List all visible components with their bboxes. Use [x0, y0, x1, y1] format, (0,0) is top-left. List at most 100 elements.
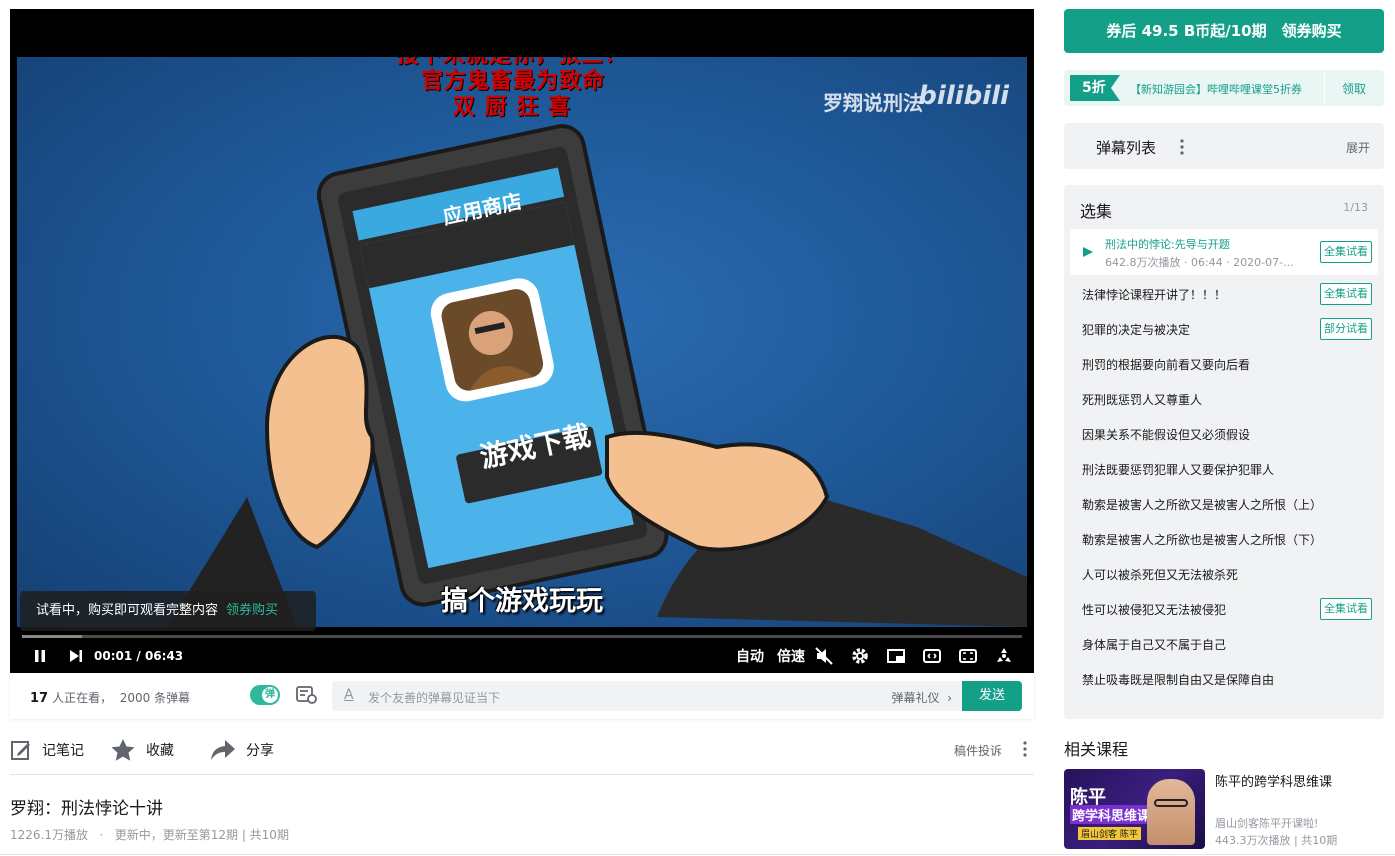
- widescreen-button[interactable]: [922, 645, 942, 667]
- episode-item[interactable]: 刑罚的根据要向前看又要向后看: [1082, 353, 1372, 375]
- viewer-suffix: 人正在看，: [52, 691, 113, 705]
- episode-item[interactable]: 刑法既要惩罚犯罪人又要保护犯罪人: [1082, 458, 1372, 480]
- share-button[interactable]: 分享: [210, 736, 274, 764]
- video-scene: [167, 124, 1027, 627]
- thumb-line-2: 跨学科思维课: [1070, 805, 1153, 824]
- related-sep: |: [1294, 834, 1298, 847]
- danmaku-list-panel: 弹幕列表 展开: [1064, 123, 1384, 169]
- favorite-button[interactable]: 收藏: [110, 736, 174, 764]
- next-button[interactable]: [68, 645, 84, 667]
- episode-name: 刑罚的根据要向前看又要向后看: [1082, 358, 1251, 372]
- episode-item[interactable]: 禁止吸毒既是限制自由又是保障自由: [1082, 668, 1372, 690]
- episode-item[interactable]: 法律悖论课程开讲了！！！ 全集试看: [1082, 283, 1372, 305]
- episode-item[interactable]: 死刑既惩罚人又尊重人: [1082, 388, 1372, 410]
- episode-name: 性可以被侵犯又无法被侵犯: [1082, 603, 1227, 617]
- trial-buy-link[interactable]: 领券购买: [226, 603, 278, 618]
- danmaku-4: 双 厨 狂 喜: [453, 94, 571, 120]
- episode-name: 法律悖论课程开讲了！！！: [1082, 288, 1227, 302]
- episode-name: 勒索是被害人之所欲也是被害人之所恨（下）: [1082, 533, 1323, 547]
- episode-item-active[interactable]: 刑法中的悖论:先导与开题 642.8万次播放 · 06:44 · 2020-07…: [1070, 229, 1378, 275]
- danmaku-count: 2000 条弹幕: [119, 691, 191, 705]
- episode-name: 禁止吸毒既是限制自由又是保障自由: [1082, 673, 1275, 687]
- pip-button[interactable]: [886, 645, 906, 667]
- note-label: 记笔记: [42, 743, 84, 759]
- thumb-line-3: 眉山剑客 陈平: [1078, 827, 1141, 840]
- bottom-divider: [0, 854, 1395, 855]
- more-options-icon[interactable]: [1020, 740, 1030, 758]
- episode-badge: 全集试看: [1320, 241, 1372, 263]
- pause-button[interactable]: [32, 645, 48, 667]
- webfullscreen-button[interactable]: [958, 645, 978, 667]
- mute-icon: [815, 647, 833, 665]
- send-button[interactable]: 发送: [962, 681, 1022, 711]
- pip-icon: [887, 649, 905, 663]
- episode-name: 刑法中的悖论:先导与开题: [1105, 238, 1230, 251]
- gear-icon: [852, 648, 868, 664]
- danmaku-input[interactable]: A 发个友善的弹幕见证当下 弹幕礼仪 ›: [332, 681, 962, 711]
- episode-item[interactable]: 性可以被侵犯又无法被侵犯 全集试看: [1082, 598, 1372, 620]
- more-vertical-icon[interactable]: [1179, 138, 1185, 156]
- episode-name: 刑法既要惩罚犯罪人又要保护犯罪人: [1082, 463, 1275, 477]
- trial-tip-text: 试看中，购买即可观看完整内容: [36, 603, 219, 618]
- danmaku-list-title: 弹幕列表: [1096, 139, 1157, 157]
- buy-button[interactable]: 券后 49.5 B币起/10期 领券购买: [1064, 9, 1384, 53]
- episode-name: 因果关系不能假设但又必须假设: [1082, 428, 1251, 442]
- divider: [10, 774, 1034, 775]
- related-course-name[interactable]: 陈平的跨学科思维课: [1215, 771, 1332, 790]
- course-title: 罗翔：刑法悖论十讲: [10, 799, 163, 819]
- danmaku-settings-icon: [296, 686, 317, 704]
- episode-name: 犯罪的决定与被决定: [1082, 323, 1191, 337]
- related-plays: 443.3万次播放: [1215, 834, 1291, 847]
- danmaku-placeholder: 发个友善的弹幕见证当下: [368, 691, 501, 705]
- progress-bar[interactable]: [22, 635, 1022, 638]
- danmaku-etiquette-link[interactable]: 弹幕礼仪 ›: [892, 689, 952, 706]
- video-frame[interactable]: 张 三 接下来就是你，张三！ 官方鬼畜最为致命 双 厨 狂 喜 罗翔说刑法 bi…: [17, 57, 1027, 627]
- episode-meta: 642.8万次播放 · 06:44 · 2020-07-...: [1105, 256, 1294, 269]
- episode-item[interactable]: 勒索是被害人之所欲也是被害人之所恨（下）: [1082, 528, 1372, 550]
- etiquette-label: 弹幕礼仪: [891, 691, 940, 705]
- quality-button[interactable]: 自动: [736, 645, 764, 667]
- volume-button[interactable]: [814, 645, 834, 667]
- danmaku-settings-button[interactable]: [296, 685, 318, 705]
- coupon-banner: 5折 【新知游园会】哔哩哔哩课堂5折券 领取: [1064, 70, 1384, 106]
- trial-tip: 试看中，购买即可观看完整内容 领券购买: [20, 591, 316, 631]
- course-status: 更新中，更新至第12期 | 共10期: [114, 828, 289, 842]
- viewer-info: 17 人正在看， 2000 条弹幕: [30, 689, 190, 706]
- star-icon: [111, 739, 135, 761]
- related-episodes: 共10期: [1301, 834, 1338, 847]
- related-course-thumbnail[interactable]: 陈平 跨学科思维课 眉山剑客 陈平: [1064, 769, 1205, 849]
- report-link[interactable]: 稿件投诉: [954, 742, 1002, 759]
- danmaku-send-bar: 17 人正在看， 2000 条弹幕 弹 A 发个友善的弹幕见证当下 弹幕礼仪 › …: [10, 673, 1034, 719]
- video-player[interactable]: 张 三 接下来就是你，张三！ 官方鬼畜最为致命 双 厨 狂 喜 罗翔说刑法 bi…: [10, 9, 1034, 673]
- speed-button[interactable]: 倍速: [777, 645, 805, 667]
- note-button[interactable]: 记笔记: [10, 736, 84, 764]
- episode-count: 1/13: [1343, 201, 1368, 214]
- settings-button[interactable]: [850, 645, 870, 667]
- episode-item[interactable]: 因果关系不能假设但又必须假设: [1082, 423, 1372, 445]
- coupon-description: 【新知游园会】哔哩哔哩课堂5折券: [1130, 83, 1302, 96]
- episode-item[interactable]: 身体属于自己又不属于自己: [1082, 633, 1372, 655]
- time-current: 00:01: [94, 649, 133, 663]
- fullscreen-button[interactable]: [994, 645, 1014, 667]
- coupon-claim-button[interactable]: 领取: [1342, 80, 1366, 97]
- episode-name: 人可以被杀死但又无法被杀死: [1082, 568, 1239, 582]
- share-icon: [211, 740, 235, 760]
- danmaku-toggle[interactable]: 弹: [250, 685, 280, 705]
- play-icon: [1083, 247, 1093, 257]
- bilibili-logo: bilibili: [918, 81, 1009, 111]
- episode-item[interactable]: 犯罪的决定与被决定 部分试看: [1082, 318, 1372, 340]
- webfullscreen-icon: [959, 649, 977, 663]
- episode-list: 选集 1/13 刑法中的悖论:先导与开题 642.8万次播放 · 06:44 ·…: [1064, 185, 1384, 719]
- episode-item[interactable]: 人可以被杀死但又无法被杀死: [1082, 563, 1372, 585]
- coupon-tag: 5折: [1070, 75, 1120, 101]
- episode-item[interactable]: 勒索是被害人之所欲又是被害人之所恨（上）: [1082, 493, 1372, 515]
- coupon-separator: [1324, 70, 1325, 106]
- text-style-icon[interactable]: A: [344, 687, 354, 703]
- danmaku-list-expand[interactable]: 展开: [1346, 139, 1370, 156]
- episode-badge: 全集试看: [1320, 598, 1372, 620]
- course-plays: 1226.1万播放: [10, 828, 88, 842]
- chevron-right-icon: ›: [947, 691, 952, 705]
- episode-name: 死刑既惩罚人又尊重人: [1082, 393, 1203, 407]
- episode-name: 勒索是被害人之所欲又是被害人之所恨（上）: [1082, 498, 1323, 512]
- share-label: 分享: [246, 743, 274, 759]
